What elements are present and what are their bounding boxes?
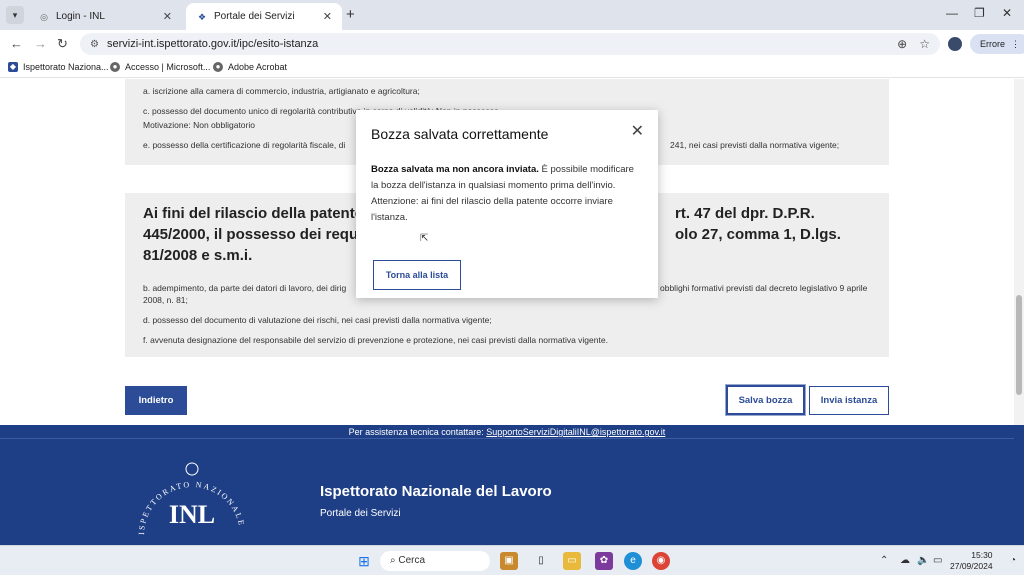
requirement-b-end: obblighi formativi previsti dal decreto … — [660, 283, 868, 293]
heading-line-1-end: rt. 47 del dpr. D.P.R. — [675, 205, 815, 222]
requirement-d: d. possesso del documento di valutazione… — [143, 315, 492, 325]
save-draft-button[interactable]: Salva bozza — [726, 385, 805, 415]
edge-browser-icon[interactable]: e — [624, 552, 642, 570]
heading-line-2-end: olo 27, comma 1, D.lgs. — [675, 226, 841, 243]
globe-icon: ● — [213, 62, 223, 72]
close-dialog-icon[interactable]: ✕ — [631, 124, 644, 140]
support-email-link[interactable]: SupportoServiziDigitaliINL@ispettorato.g… — [486, 427, 665, 437]
tab-label: Portale dei Servizi — [214, 11, 295, 22]
windows-start-icon[interactable]: ⊞ — [355, 552, 373, 570]
url-text[interactable]: servizi-int.ispettorato.gov.it/ipc/esito… — [107, 38, 885, 50]
requirement-f: f. avvenuta designazione del responsabil… — [143, 335, 608, 345]
tab-portale[interactable]: ❖ Portale dei Servizi ✕ — [186, 3, 342, 30]
clock-date: 27/09/2024 — [950, 561, 993, 571]
task-view-icon[interactable]: ▯ — [532, 552, 550, 570]
minimize-icon[interactable]: — — [946, 6, 958, 20]
site-footer: Per assistenza tecnica contattare: Suppo… — [0, 425, 1024, 545]
bookmarks-bar: ◆ Ispettorato Naziona... ● Accesso | Mic… — [0, 58, 1024, 78]
tray-chevron-icon[interactable]: ⌃ — [880, 555, 888, 566]
taskbar-search[interactable]: ⌕ Cerca — [380, 551, 490, 571]
close-tab-icon[interactable]: ✕ — [163, 10, 172, 23]
omnibox[interactable]: ⚙ servizi-int.ispettorato.gov.it/ipc/esi… — [80, 33, 940, 55]
dialog-attention: Attenzione: ai fini del rilascio della p… — [371, 196, 613, 223]
taskbar-search-label: Cerca — [398, 555, 426, 566]
requirement-a: a. iscrizione alla camera di commercio, … — [143, 86, 420, 96]
globe-icon: ◎ — [40, 11, 48, 22]
back-arrow-icon[interactable]: ← — [10, 36, 23, 51]
back-to-list-button[interactable]: Torna alla lista — [373, 260, 461, 290]
requirement-e-start: e. possesso della certificazione di rego… — [143, 140, 346, 150]
submit-request-button[interactable]: Invia istanza — [809, 386, 889, 415]
organization-name: Ispettorato Nazionale del Lavoro — [320, 483, 552, 500]
inl-bookmark-icon: ◆ — [8, 62, 18, 72]
taskbar-clock[interactable]: 15:30 27/09/2024 — [950, 550, 993, 572]
support-contact: Per assistenza tecnica contattare: Suppo… — [0, 425, 1014, 439]
tab-login[interactable]: ◎ Login - INL ✕ — [28, 3, 182, 30]
windows-taskbar: ⊞ ⌕ Cerca ▣ ▯ ▭ ✿ e ◉ ⌃ ☁ 🔈 ▭ 15:30 27/0… — [0, 545, 1024, 575]
close-tab-icon[interactable]: ✕ — [323, 10, 332, 23]
file-explorer-icon[interactable]: ▭ — [563, 552, 581, 570]
dialog-message-bold: Bozza salvata ma non ancora inviata. — [371, 164, 539, 175]
chrome-browser-icon[interactable]: ◉ — [652, 552, 670, 570]
support-label: Per assistenza tecnica contattare: — [348, 427, 487, 437]
dialog-message: Bozza salvata ma non ancora inviata. È p… — [371, 162, 643, 194]
bookmark-label: Accesso | Microsoft... — [125, 62, 211, 72]
briefcase-icon[interactable]: ▣ — [500, 552, 518, 570]
tab-label: Login - INL — [56, 11, 105, 22]
dialog-body: Bozza salvata ma non ancora inviata. È p… — [371, 162, 643, 226]
dialog-title: Bozza salvata correttamente — [371, 126, 549, 142]
forward-arrow-icon[interactable]: → — [34, 36, 47, 51]
bookmark-star-icon[interactable]: ☆ — [919, 37, 930, 51]
profile-error-label: Errore — [980, 39, 1006, 49]
back-button[interactable]: Indietro — [125, 386, 187, 415]
inl-logo-icon: ISPETTORATO NAZIONALE DEL LAVORO INL — [126, 455, 245, 535]
portal-name: Portale dei Servizi — [320, 508, 401, 519]
tab-search-icon[interactable]: ▾ — [6, 6, 24, 24]
profile-error-button[interactable]: Errore ⋮ — [970, 34, 1024, 54]
zoom-icon[interactable]: ⊕ — [897, 37, 907, 51]
requirement-b-start: b. adempimento, da parte dei datori di l… — [143, 283, 347, 293]
scrollbar-thumb[interactable] — [1016, 295, 1022, 395]
close-window-icon[interactable]: ✕ — [1002, 6, 1012, 20]
emblem-icon — [185, 462, 199, 476]
network-icon[interactable]: ☁ — [900, 555, 910, 566]
volume-icon[interactable]: 🔈 — [917, 555, 929, 566]
site-info-icon[interactable]: ⚙ — [90, 39, 99, 50]
bookmark-adobe[interactable]: ● Adobe Acrobat — [213, 62, 287, 72]
address-bar-row: ← → ↻ ⚙ servizi-int.ispettorato.gov.it/i… — [0, 30, 1024, 58]
requirement-e-end: 241, nei casi previsti dalla normativa v… — [670, 140, 840, 150]
notifications-icon[interactable]: ◔ — [1010, 555, 1016, 566]
bookmark-label: Ispettorato Naziona... — [23, 62, 109, 72]
restore-icon[interactable]: ❐ — [974, 6, 985, 20]
new-tab-button[interactable]: + — [346, 6, 355, 23]
bookmark-label: Adobe Acrobat — [228, 62, 288, 72]
inl-favicon-icon: ❖ — [197, 11, 207, 22]
reload-icon[interactable]: ↻ — [57, 36, 68, 52]
globe-icon: ● — [110, 62, 120, 72]
browser-tab-bar: ▾ ◎ Login - INL ✕ ❖ Portale dei Servizi … — [0, 0, 1024, 30]
logo-letters: INL — [169, 500, 215, 529]
clock-time: 15:30 — [971, 550, 993, 560]
mouse-cursor-icon: ⇱ — [420, 233, 429, 244]
menu-dots-icon: ⋮ — [1011, 39, 1021, 49]
bookmark-ispettorato[interactable]: ◆ Ispettorato Naziona... — [8, 62, 109, 72]
profile-avatar-icon[interactable] — [948, 37, 962, 51]
app-icon[interactable]: ✿ — [595, 552, 613, 570]
bookmark-microsoft[interactable]: ● Accesso | Microsoft... — [110, 62, 210, 72]
draft-saved-dialog: Bozza salvata correttamente ✕ Bozza salv… — [356, 110, 658, 298]
battery-icon[interactable]: ▭ — [933, 555, 942, 566]
